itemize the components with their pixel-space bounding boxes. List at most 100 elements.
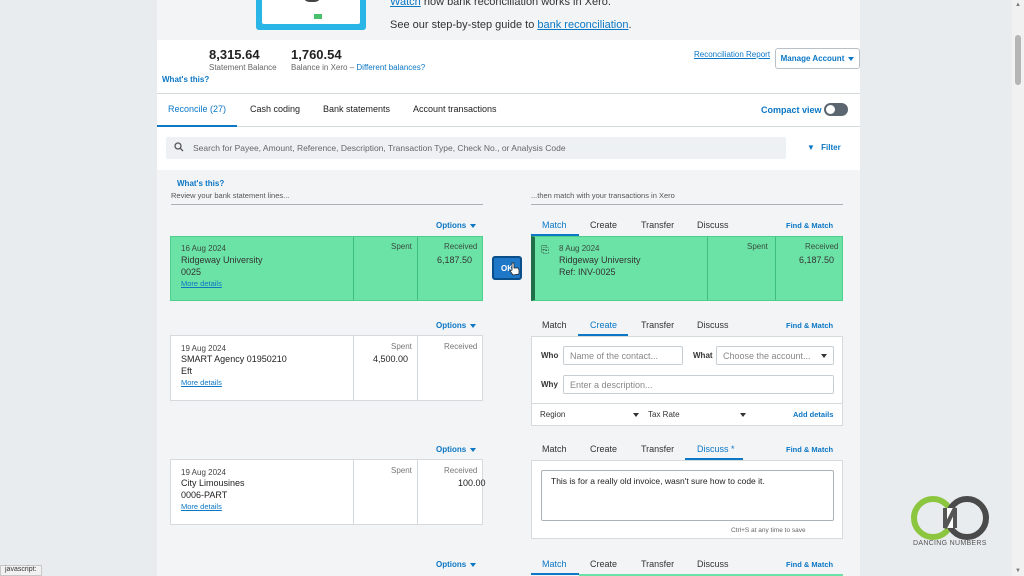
options-dropdown[interactable]: Options (436, 221, 477, 230)
tax-rate-dropdown[interactable]: Tax Rate (648, 410, 680, 419)
review-label: Review your bank statement lines... (171, 191, 290, 200)
document-icon: ⎘ (541, 245, 549, 256)
why-label: Why (541, 380, 558, 389)
column-divider (353, 237, 354, 300)
statement-line-card[interactable]: 19 Aug 2024 City Limousines 0006-PART Mo… (170, 459, 486, 525)
different-balances-link[interactable]: Different balances? (356, 63, 425, 72)
what-label: What (693, 351, 713, 360)
tab-create[interactable]: Create (590, 444, 617, 454)
add-details-link[interactable]: Add details (793, 410, 833, 419)
account-placeholder: Choose the account... (723, 351, 811, 361)
dancing-numbers-logo: DANCING NUMBERS (905, 496, 995, 551)
received-amount: 6,187.50 (437, 255, 473, 265)
xero-balance-label: Balance in Xero (291, 63, 348, 72)
chevron-down-icon (470, 223, 477, 228)
find-match-link[interactable]: Find & Match (786, 321, 833, 330)
compact-view-label: Compact view (761, 105, 822, 115)
column-divider (353, 460, 354, 524)
spent-label: Spent (391, 342, 412, 351)
account-select[interactable]: Choose the account... (716, 346, 834, 365)
options-dropdown[interactable]: Options (436, 560, 477, 569)
received-label: Received (805, 242, 839, 251)
tab-transfer[interactable]: Transfer (641, 220, 674, 230)
statement-reference: Eft (181, 366, 193, 376)
tab-create[interactable]: Create (590, 220, 617, 230)
tab-discuss[interactable]: Discuss (697, 559, 729, 569)
tab-match[interactable]: Match (542, 220, 567, 230)
contact-input[interactable]: Name of the contact... (563, 346, 683, 365)
tab-create[interactable]: Create (590, 559, 617, 569)
who-label: Who (541, 351, 559, 360)
tab-cash-coding[interactable]: Cash coding (250, 104, 300, 114)
tab-discuss[interactable]: Discuss (697, 320, 729, 330)
more-details-link[interactable]: More details (181, 279, 222, 288)
statement-line-card[interactable]: 19 Aug 2024 SMART Agency 01950210 Eft Mo… (170, 335, 483, 401)
match-reference: Ref: INV-0025 (559, 267, 616, 277)
banner-line2: See our step-by-step guide to bank recon… (390, 19, 632, 31)
action-tabs-2: Match Create Transfer Discuss Find & Mat… (531, 312, 843, 336)
find-match-link[interactable]: Find & Match (786, 560, 833, 569)
scroll-up-icon[interactable]: ▲ (1015, 2, 1021, 8)
tab-match[interactable]: Match (542, 444, 567, 454)
options-label: Options (436, 321, 467, 330)
chevron-down-icon (821, 354, 827, 358)
filter-button[interactable]: ▼ Filter (807, 143, 841, 152)
tab-create[interactable]: Create (590, 320, 617, 330)
filter-label: Filter (821, 143, 841, 152)
save-hint: Ctrl+S at any time to save (731, 527, 806, 534)
options-dropdown[interactable]: Options (436, 445, 477, 454)
region-dropdown[interactable]: Region (540, 410, 565, 419)
tab-bank-statements[interactable]: Bank statements (323, 104, 390, 114)
contact-placeholder: Name of the contact... (570, 351, 659, 361)
tab-account-transactions[interactable]: Account transactions (413, 104, 497, 114)
tab-transfer[interactable]: Transfer (641, 320, 674, 330)
reconciliation-report-link[interactable]: Reconciliation Report (694, 50, 770, 59)
reconcile-page: Watch how bank reconciliation works in X… (157, 0, 860, 576)
more-details-link[interactable]: More details (181, 378, 222, 387)
discuss-textarea[interactable]: This is for a really old invoice, wasn't… (541, 470, 834, 521)
received-amount: 6,187.50 (799, 255, 835, 265)
xero-balance-row: Balance in Xero – Different balances? (291, 63, 425, 72)
search-input[interactable]: Search for Payee, Amount, Reference, Des… (166, 137, 786, 159)
divider (532, 403, 842, 404)
options-label: Options (436, 560, 467, 569)
tab-discuss[interactable]: Discuss * (697, 444, 735, 454)
spent-label: Spent (747, 242, 768, 251)
whats-this-top[interactable]: What's this? (162, 75, 209, 84)
options-dropdown[interactable]: Options (436, 321, 477, 330)
compact-view-toggle[interactable] (824, 103, 848, 116)
vertical-scrollbar[interactable]: ▲ ▼ (1012, 0, 1024, 576)
received-label: Received (444, 466, 478, 475)
tab-transfer[interactable]: Transfer (641, 559, 674, 569)
tab-reconcile[interactable]: Reconcile (27) (168, 104, 226, 114)
scrollbar-thumb[interactable] (1015, 35, 1021, 85)
find-match-link[interactable]: Find & Match (786, 221, 833, 230)
bank-reconciliation-link[interactable]: bank reconciliation (537, 19, 628, 31)
active-tab-indicator (531, 573, 579, 575)
statement-reference: 0025 (181, 267, 202, 277)
more-details-link[interactable]: More details (181, 502, 222, 511)
tab-match[interactable]: Match (542, 320, 567, 330)
whats-this-left[interactable]: What's this? (177, 179, 224, 188)
statement-payee: City Limousines (181, 478, 245, 488)
video-thumbnail[interactable] (256, 0, 366, 30)
column-divider (353, 336, 354, 400)
dash: – (349, 63, 355, 72)
banner-line1-text: how bank reconciliation works in Xero. (423, 0, 611, 8)
manage-account-button[interactable]: Manage Account (775, 48, 860, 69)
find-match-link[interactable]: Find & Match (786, 445, 833, 454)
options-label: Options (436, 221, 467, 230)
scroll-down-icon[interactable]: ▼ (1015, 568, 1021, 574)
statement-reference: 0006-PART (181, 490, 228, 500)
action-tabs-3: Match Create Transfer Discuss * Find & M… (531, 436, 843, 460)
tab-match[interactable]: Match (542, 559, 567, 569)
options-label: Options (436, 445, 467, 454)
watch-link[interactable]: Watch (390, 0, 421, 8)
matched-transaction-card[interactable]: ⎘ 8 Aug 2024 Ridgeway University Ref: IN… (531, 236, 843, 301)
statement-date: 19 Aug 2024 (181, 344, 226, 353)
description-input[interactable]: Enter a description... (563, 375, 834, 394)
statement-line-card[interactable]: 16 Aug 2024 Ridgeway University 0025 Mor… (170, 236, 483, 301)
tab-transfer[interactable]: Transfer (641, 444, 674, 454)
left-divider (171, 204, 483, 205)
tab-discuss[interactable]: Discuss (697, 220, 729, 230)
